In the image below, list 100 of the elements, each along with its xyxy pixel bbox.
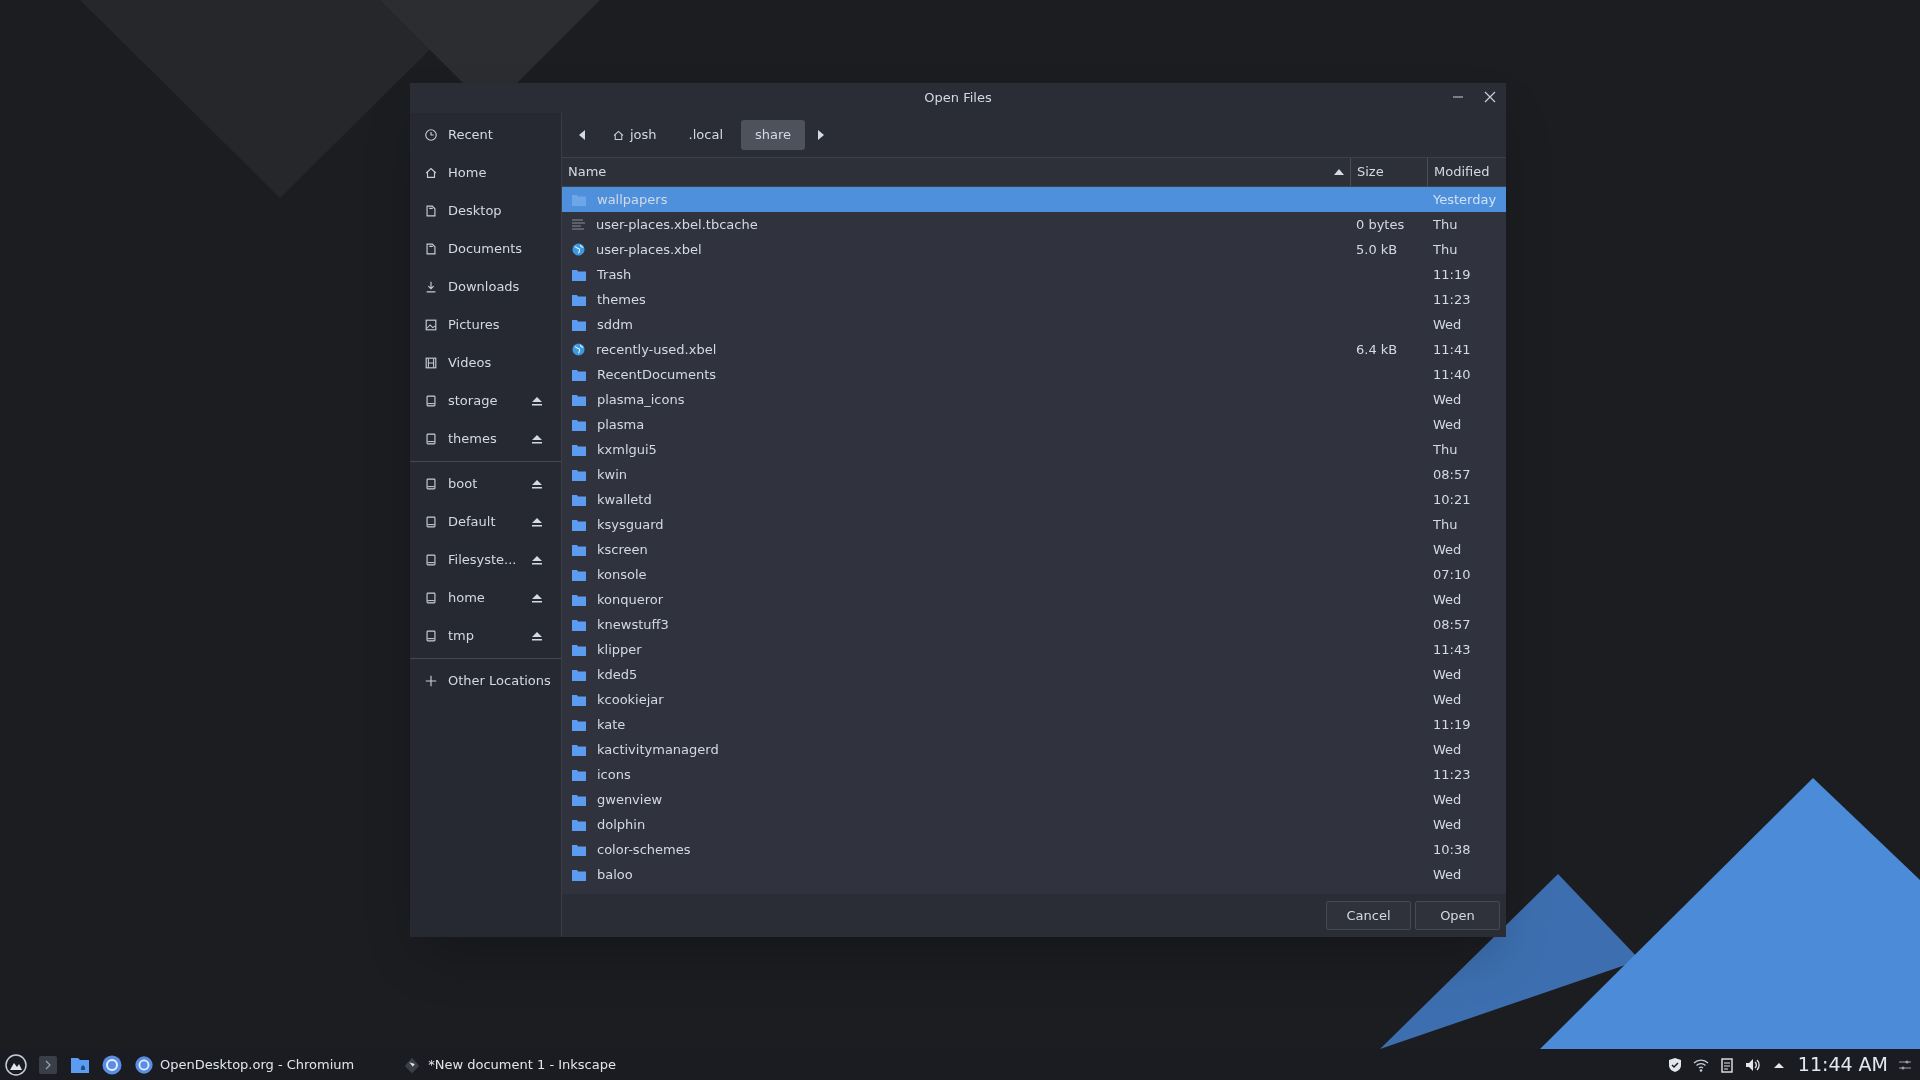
- modified-date: 08:57: [1433, 616, 1471, 632]
- globe-icon: [572, 343, 585, 356]
- file-row[interactable]: color-schemes 10:38: [562, 837, 1506, 862]
- file-row[interactable]: kwin 08:57: [562, 462, 1506, 487]
- eject-button[interactable]: [531, 554, 543, 566]
- file-row[interactable]: sddm Wed: [562, 312, 1506, 337]
- sidebar-item[interactable]: tmp: [424, 626, 521, 646]
- modified-date: 11:41: [1433, 341, 1471, 357]
- sidebar-item[interactable]: Pictures: [424, 315, 543, 335]
- folder-icon: [572, 868, 586, 881]
- file-name: color-schemes: [597, 840, 691, 859]
- file-name: knewstuff3: [597, 615, 669, 634]
- file-row[interactable]: kded5 Wed: [562, 662, 1506, 687]
- sidebar-item[interactable]: home: [424, 588, 521, 608]
- file-row[interactable]: RecentDocuments 11:40: [562, 362, 1506, 387]
- file-row[interactable]: kwalletd 10:21: [562, 487, 1506, 512]
- file-row[interactable]: konsole 07:10: [562, 562, 1506, 587]
- sidebar-item[interactable]: Videos: [424, 353, 543, 373]
- sidebar-item[interactable]: Other Locations: [424, 671, 551, 691]
- file-row[interactable]: kcookiejar Wed: [562, 687, 1506, 712]
- path-button[interactable]: josh: [598, 120, 671, 150]
- file-row[interactable]: plasma_icons Wed: [562, 387, 1506, 412]
- eject-button[interactable]: [531, 395, 543, 407]
- file-row[interactable]: kscreen Wed: [562, 537, 1506, 562]
- modified-date: Wed: [1433, 866, 1462, 882]
- file-size: 0 bytes: [1356, 216, 1405, 232]
- file-row[interactable]: konqueror Wed: [562, 587, 1506, 612]
- folder-icon: [572, 643, 586, 656]
- document-icon: [424, 242, 438, 256]
- file-size: 5.0 kB: [1356, 241, 1398, 257]
- download-icon: [424, 280, 438, 294]
- folder-icon: [572, 468, 586, 481]
- browser-icon: [134, 1054, 154, 1075]
- path-button[interactable]: .local: [674, 120, 737, 150]
- sidebar-item[interactable]: boot: [424, 474, 521, 494]
- sidebar-item[interactable]: Desktop: [424, 201, 543, 221]
- modified-date: Wed: [1433, 741, 1462, 757]
- dialog-button[interactable]: Cancel: [1326, 901, 1411, 930]
- sidebar-item[interactable]: Default: [424, 512, 521, 532]
- sidebar-item[interactable]: Recent: [424, 125, 543, 145]
- sidebar-item[interactable]: Filesyste...: [424, 550, 521, 570]
- file-name: user-places.xbel: [596, 240, 702, 259]
- file-name: konqueror: [597, 590, 664, 609]
- modified-date: Wed: [1433, 591, 1462, 607]
- eject-button[interactable]: [531, 433, 543, 445]
- file-row[interactable]: klipper 11:43: [562, 637, 1506, 662]
- modified-date: 10:38: [1433, 841, 1471, 857]
- modified-date: Wed: [1433, 391, 1462, 407]
- file-size: 6.4 kB: [1356, 341, 1398, 357]
- folder-icon: [572, 543, 586, 556]
- eject-button[interactable]: [531, 630, 543, 642]
- file-row[interactable]: recently-used.xbel 6.4 kB 11:41: [562, 337, 1506, 362]
- modified-date: Thu: [1433, 441, 1458, 457]
- sidebar-item[interactable]: Home: [424, 163, 543, 183]
- folder-icon: [572, 843, 586, 856]
- file-name: recently-used.xbel: [596, 340, 717, 359]
- close-button[interactable]: [1482, 89, 1498, 105]
- sidebar-item[interactable]: Downloads: [424, 277, 543, 297]
- file-row[interactable]: knewstuff3 08:57: [562, 612, 1506, 637]
- task-button[interactable]: OpenDesktop.org - Chromium: [128, 1049, 361, 1080]
- globe-icon: [572, 243, 585, 256]
- file-row[interactable]: baloo Wed: [562, 862, 1506, 887]
- file-row[interactable]: kactivitymanagerd Wed: [562, 737, 1506, 762]
- sidebar-item[interactable]: Documents: [424, 239, 543, 259]
- text-file-icon: [572, 218, 585, 231]
- eject-button[interactable]: [531, 592, 543, 604]
- column-header[interactable]: Size: [1350, 158, 1427, 186]
- file-row[interactable]: user-places.xbel.tbcache 0 bytes Thu: [562, 212, 1506, 237]
- file-name: icons: [597, 765, 631, 784]
- dialog-button[interactable]: Open: [1415, 901, 1500, 930]
- drive-icon: [424, 629, 438, 643]
- modified-date: Wed: [1433, 541, 1462, 557]
- file-name: dolphin: [597, 815, 646, 834]
- picture-icon: [424, 318, 438, 332]
- folder-icon: [572, 718, 586, 731]
- task-button[interactable]: *New document 1 - Inkscape: [396, 1049, 622, 1080]
- file-row[interactable]: ksysguard Thu: [562, 512, 1506, 537]
- file-row[interactable]: user-places.xbel 5.0 kB Thu: [562, 237, 1506, 262]
- sidebar-item[interactable]: themes: [424, 429, 521, 449]
- modified-date: Wed: [1433, 691, 1462, 707]
- file-row[interactable]: Trash 11:19: [562, 262, 1506, 287]
- file-row[interactable]: icons 11:23: [562, 762, 1506, 787]
- column-header[interactable]: Name: [562, 158, 1350, 186]
- path-button[interactable]: share: [741, 120, 806, 150]
- folder-icon: [572, 493, 586, 506]
- file-row[interactable]: plasma Wed: [562, 412, 1506, 437]
- column-header[interactable]: Modified: [1427, 158, 1506, 186]
- file-row[interactable]: dolphin Wed: [562, 812, 1506, 837]
- file-row[interactable]: kxmlgui5 Thu: [562, 437, 1506, 462]
- file-name: kcookiejar: [597, 690, 664, 709]
- file-row[interactable]: kate 11:19: [562, 712, 1506, 737]
- sidebar-item[interactable]: storage: [424, 391, 521, 411]
- file-row[interactable]: gwenview Wed: [562, 787, 1506, 812]
- eject-button[interactable]: [531, 478, 543, 490]
- file-name: wallpapers: [597, 190, 668, 209]
- file-row[interactable]: themes 11:23: [562, 287, 1506, 312]
- clock-text[interactable]: 11:44 AM: [1797, 1050, 1888, 1079]
- folder-icon: [572, 368, 586, 381]
- eject-button[interactable]: [531, 516, 543, 528]
- folder-icon: [572, 293, 586, 306]
